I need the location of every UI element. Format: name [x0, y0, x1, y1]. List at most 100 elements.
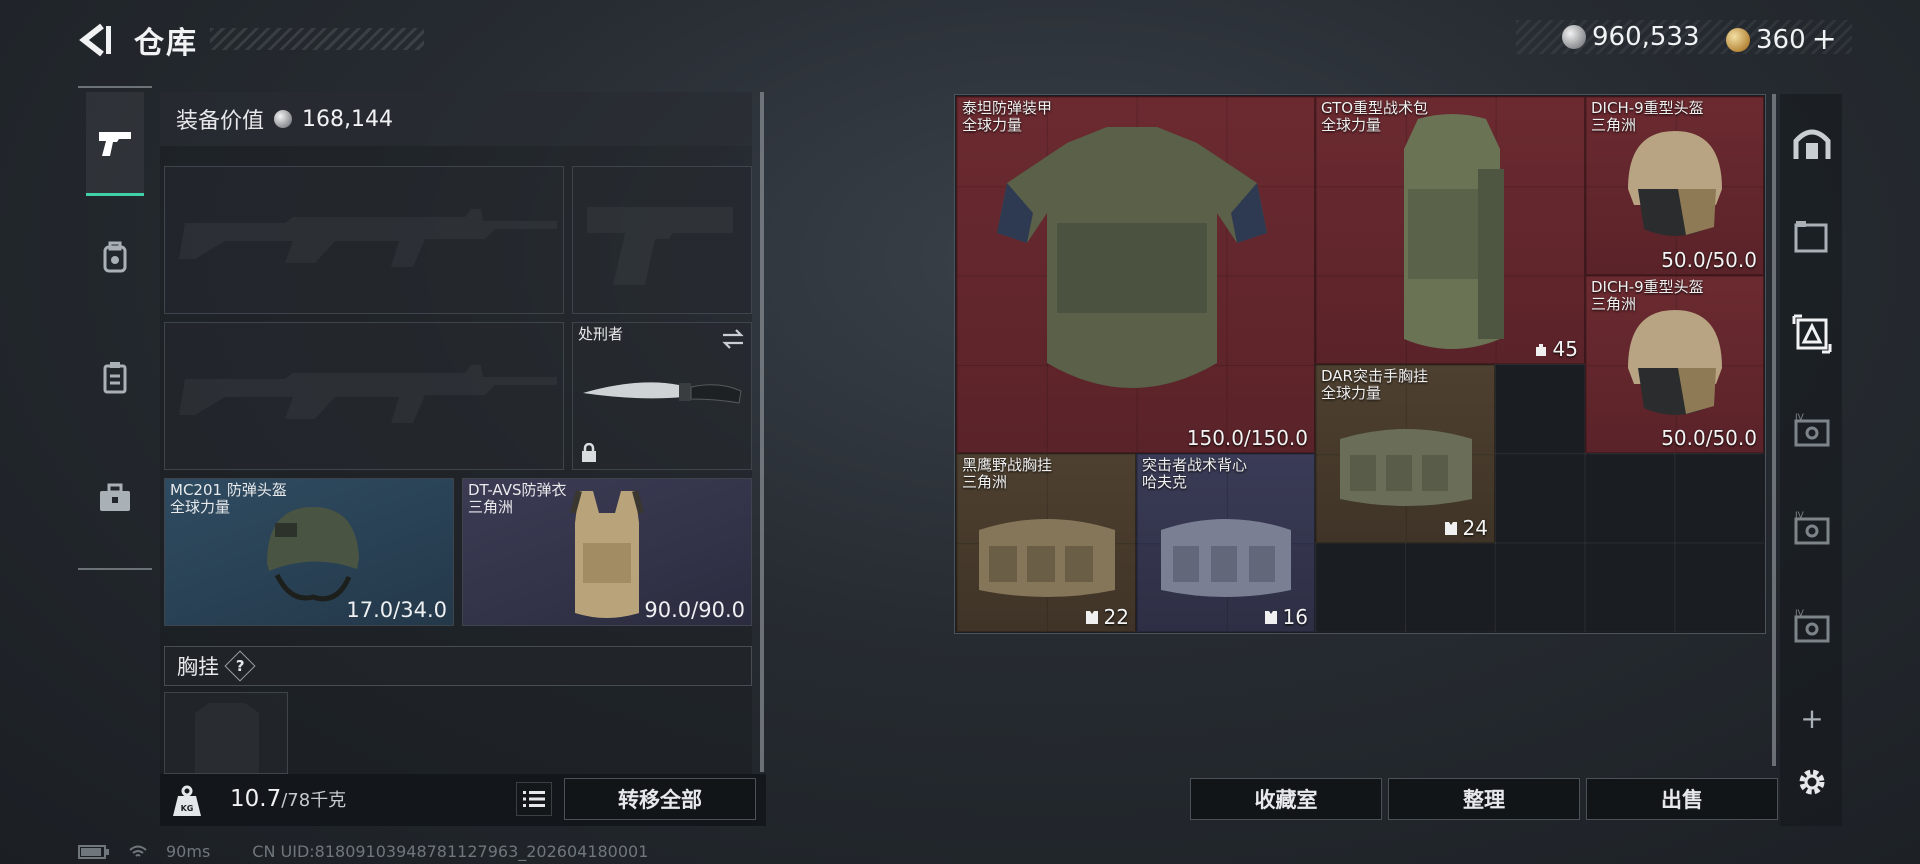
stash-item-dich-helmet-1[interactable]: DICH-9重型头盔 三角洲 50.0/50.0 — [1585, 96, 1764, 275]
svg-text:KG: KG — [181, 804, 194, 813]
battery-icon — [78, 844, 109, 859]
tab-weapons[interactable] — [86, 92, 144, 196]
tab-armor[interactable] — [86, 326, 144, 430]
settings-button[interactable] — [1790, 760, 1834, 804]
armor-name: DT-AVS防弹衣 — [468, 481, 567, 499]
stash-item-blackhawk-rig[interactable]: 黑鹰野战胸挂 三角洲 22 — [956, 453, 1136, 632]
item-capacity: 24 — [1462, 516, 1488, 540]
helmet-durability: 17.0/34.0 — [346, 598, 447, 622]
add-stash-page-button[interactable]: + — [1790, 696, 1834, 740]
list-icon — [523, 791, 545, 807]
gold-currency-value: 360 — [1756, 24, 1806, 55]
tab-case[interactable] — [86, 446, 144, 550]
gun-icon — [99, 131, 131, 156]
page-title: 仓库 — [134, 26, 198, 61]
item-map: 全球力量 — [1321, 384, 1382, 402]
rifle-silhouette-icon — [179, 365, 557, 423]
loadout-scrollbar[interactable] — [760, 92, 764, 772]
list-view-button[interactable] — [516, 782, 552, 816]
vest-image — [1161, 519, 1291, 597]
item-map: 哈夫克 — [1142, 473, 1188, 491]
silver-currency-value: 960,533 — [1592, 22, 1700, 52]
stash-page-icon: IV — [1794, 609, 1830, 643]
chest-rig-label: 胸挂 — [177, 655, 219, 679]
stash-item-dar-rig[interactable]: DAR突击手胸挂 全球力量 24 — [1315, 364, 1495, 543]
helmet-slot[interactable]: MC201 防弹头盔 全球力量 17.0/34.0 — [164, 478, 454, 626]
weight-icon: KG — [170, 784, 204, 818]
item-name: DICH-9重型头盔 — [1591, 99, 1704, 117]
vest-image — [570, 490, 644, 618]
status-bar: 90ms CN UID:8180910394878112796​3_202604… — [78, 842, 648, 861]
armor-slot[interactable]: DT-AVS防弹衣 三角洲 90.0/90.0 — [462, 478, 752, 626]
capacity-icon — [1085, 611, 1098, 624]
item-durability: 50.0/50.0 — [1661, 248, 1757, 272]
item-name: 黑鹰野战胸挂 — [962, 456, 1053, 474]
melee-name: 处刑者 — [578, 325, 624, 343]
melee-slot[interactable]: 处刑者 — [572, 322, 752, 470]
organize-button[interactable]: 整理 — [1388, 778, 1580, 820]
gear-icon — [1799, 769, 1825, 795]
sidearm-slot[interactable] — [572, 166, 752, 314]
stash-scrollbar[interactable] — [1772, 94, 1776, 766]
shelter-icon — [1793, 129, 1831, 159]
weight-readout: 10.7/78千克 — [230, 786, 346, 812]
gold-coin-icon — [1726, 27, 1750, 52]
gold-currency[interactable]: 360 + — [1726, 22, 1837, 57]
stash-page-5[interactable]: IV — [1790, 604, 1834, 648]
transfer-all-button[interactable]: 转移全部 — [564, 778, 756, 820]
item-name: DICH-9重型头盔 — [1591, 278, 1704, 296]
add-currency-icon[interactable]: + — [1812, 22, 1837, 57]
swap-icon[interactable] — [721, 329, 745, 349]
item-capacity: 45 — [1552, 337, 1578, 361]
back-button[interactable] — [78, 20, 114, 60]
secondary-weapon-slot[interactable] — [164, 322, 564, 470]
stash-page-icon: IV — [1794, 413, 1830, 447]
stash-page-3[interactable]: IV — [1790, 408, 1834, 452]
capacity-icon — [1444, 522, 1457, 535]
stash-item-assault-vest[interactable]: 突击者战术背心 哈夫克 16 — [1136, 453, 1315, 632]
rifle-silhouette-icon — [179, 209, 557, 267]
armor-image — [997, 127, 1267, 388]
stash-page-icon — [1794, 221, 1828, 253]
wifi-icon — [129, 845, 147, 857]
primary-weapon-slot[interactable] — [164, 166, 564, 314]
lock-icon — [582, 443, 596, 462]
current-weight: 10.7 — [230, 786, 282, 812]
item-name: DAR突击手胸挂 — [1321, 367, 1428, 385]
silver-coin-icon — [274, 110, 293, 128]
max-weight: /78千克 — [281, 790, 347, 811]
item-durability: 150.0/150.0 — [1186, 426, 1308, 450]
rig-image — [1340, 429, 1472, 506]
stash-page-icon — [1792, 314, 1832, 354]
stash-item-gto-backpack[interactable]: GTO重型战术包 全球力量 45 — [1315, 96, 1585, 364]
tab-backpack[interactable] — [86, 206, 144, 310]
loadout-tab-rail — [78, 86, 152, 570]
svg-text:IV: IV — [1795, 413, 1805, 423]
player-uid: CN UID:8180910394878112796​3_20260418000… — [252, 842, 649, 861]
briefcase-icon — [100, 483, 130, 511]
backpack-image — [1404, 114, 1504, 349]
stash-item-dich-helmet-2[interactable]: DICH-9重型头盔 三角洲 50.0/50.0 — [1585, 275, 1764, 453]
equip-value-bar: 装备价值 168,144 — [160, 92, 752, 146]
equip-value-amount: 168,144 — [302, 106, 393, 132]
rig-silhouette-icon — [195, 703, 259, 773]
stash-page-icon: IV — [1794, 511, 1830, 545]
help-icon[interactable]: ? — [224, 650, 256, 682]
stash-item-titan-armor[interactable]: 泰坦防弹装甲 全球力量 150.0/150.0 — [956, 96, 1315, 453]
collection-room-button[interactable]: 收藏室 — [1190, 778, 1382, 820]
capacity-icon — [1535, 344, 1546, 356]
stash-page-1[interactable] — [1790, 214, 1834, 258]
equip-value-label: 装备价值 — [176, 109, 265, 134]
sell-button[interactable]: 出售 — [1586, 778, 1778, 820]
stash-page-2-active[interactable] — [1790, 312, 1834, 356]
title-decoration — [210, 28, 424, 50]
helmet-image — [267, 507, 359, 602]
clipboard-icon — [103, 362, 127, 394]
chest-rig-slot[interactable] — [164, 692, 288, 774]
silver-coin-icon — [1562, 25, 1586, 49]
armor-durability: 90.0/90.0 — [644, 598, 745, 622]
svg-text:IV: IV — [1795, 511, 1805, 521]
item-map: 三角洲 — [962, 473, 1008, 491]
stash-page-main[interactable] — [1790, 120, 1834, 164]
stash-page-4[interactable]: IV — [1790, 506, 1834, 550]
